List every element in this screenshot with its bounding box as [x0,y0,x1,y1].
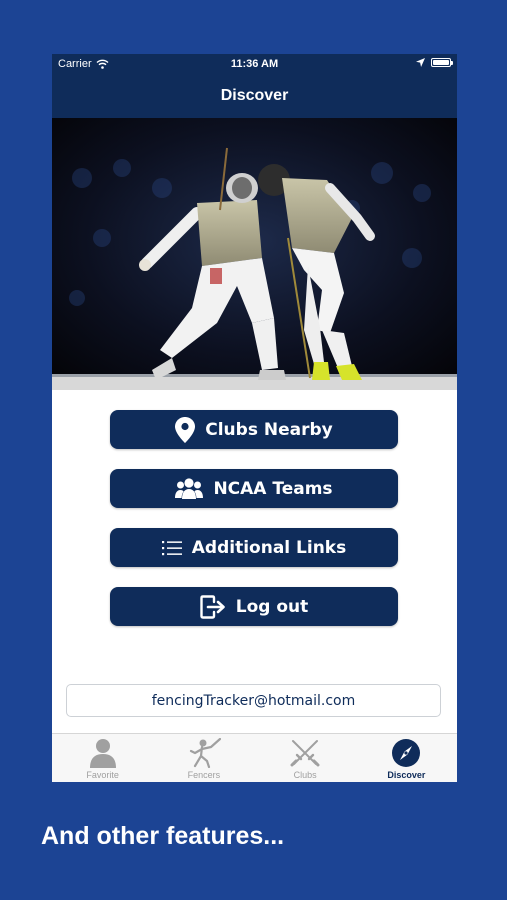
map-pin-icon [175,416,196,443]
compass-icon [392,739,421,767]
additional-links-label: Additional Links [191,537,347,558]
contact-email-text: fencingTracker@hotmail.com [151,692,356,709]
list-icon [161,540,182,555]
ncaa-teams-label: NCAA Teams [213,478,333,499]
clubs-nearby-button[interactable]: Clubs Nearby [110,410,398,449]
tab-fencers-label: Fencers [187,770,221,780]
location-arrow-icon [416,58,425,67]
tab-discover-label: Discover [387,770,426,780]
tab-favorite[interactable]: Favorite [52,734,153,782]
crossed-swords-icon [290,740,320,767]
group-icon [175,477,204,499]
fencer-icon [189,738,221,768]
tab-discover[interactable]: Discover [356,734,457,782]
phone-screen: Carrier 11:36 AM Discover Clubs Nearby N… [52,54,457,782]
additional-links-button[interactable]: Additional Links [110,528,398,567]
status-bar: Carrier 11:36 AM [52,54,457,74]
status-right [416,58,453,67]
clubs-nearby-label: Clubs Nearby [205,419,333,440]
hero-image [52,118,457,390]
person-icon [89,739,116,768]
tab-clubs-label: Clubs [293,770,317,780]
contact-email[interactable]: fencingTracker@hotmail.com [66,684,441,717]
ncaa-teams-button[interactable]: NCAA Teams [110,469,398,508]
fencing-photo [52,118,457,390]
tab-bar: Favorite Fencers Clubs Discover [52,733,457,782]
log-out-button[interactable]: Log out [110,587,398,626]
nav-bar: Discover [52,74,457,118]
battery-icon [431,58,453,67]
promo-caption: And other features... [41,822,285,850]
logout-icon [200,594,225,619]
page-title: Discover [220,87,289,104]
tab-favorite-label: Favorite [86,770,119,780]
log-out-label: Log out [235,596,309,617]
tab-clubs[interactable]: Clubs [255,734,356,782]
tab-fencers[interactable]: Fencers [153,734,254,782]
status-time: 11:36 AM [230,58,279,70]
